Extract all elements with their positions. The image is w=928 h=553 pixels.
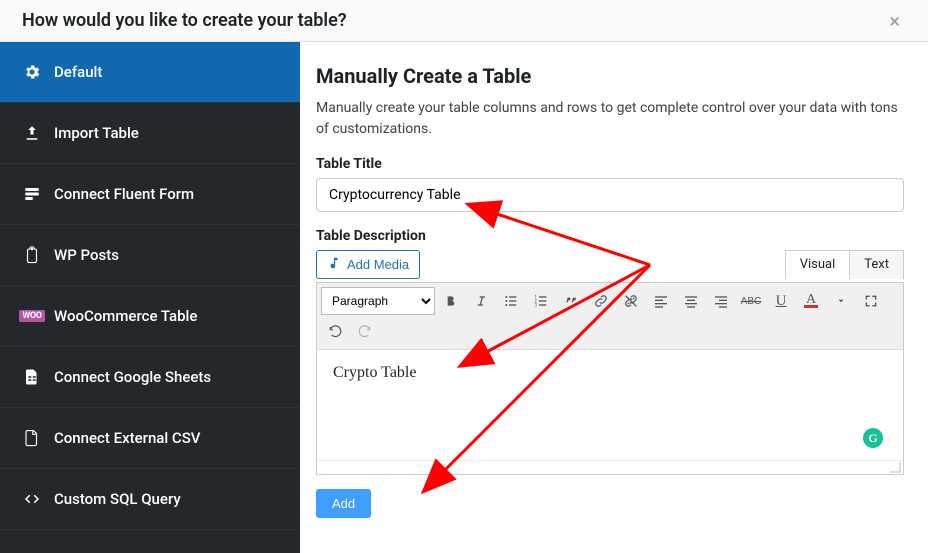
sidebar-item-label: Custom SQL Query [54,490,181,508]
main-description: Manually create your table columns and r… [316,98,904,140]
sidebar-item-label: WooCommerce Table [54,307,197,325]
align-right-button[interactable] [707,287,735,315]
sidebar-item-label: WP Posts [54,246,119,264]
form-icon [22,184,42,204]
upload-icon [22,123,42,143]
editor-toolbar: Paragraph 123 ABC U A [317,283,903,350]
sheets-icon [22,367,42,387]
grip-icon [889,461,901,473]
align-left-button[interactable] [647,287,675,315]
file-icon [22,428,42,448]
table-title-input[interactable] [316,178,904,212]
add-media-button[interactable]: Add Media [316,250,420,279]
main-heading: Manually Create a Table [316,64,904,88]
sidebar-item-woocommerce-table[interactable]: WOO WooCommerce Table [0,286,300,347]
sidebar-item-label: Import Table [54,124,139,142]
text-color-dropdown-button[interactable] [827,287,855,315]
editor-header-row: Add Media Visual Text [316,250,904,279]
add-media-label: Add Media [347,257,409,272]
gear-icon [22,62,42,82]
sidebar-item-connect-external-csv[interactable]: Connect External CSV [0,408,300,469]
grammarly-icon: G [863,428,883,448]
fullscreen-button[interactable] [857,287,885,315]
editor-text: Crypto Table [333,364,416,381]
sidebar-item-label: Connect Fluent Form [54,185,194,203]
tab-text[interactable]: Text [849,250,904,279]
modal-header: How would you like to create your table?… [0,0,928,42]
sidebar-item-label: Connect Google Sheets [54,368,211,386]
editor-tab-switcher: Visual Text [785,250,904,279]
toolbar-row-2 [321,317,899,345]
clipboard-icon [22,245,42,265]
add-button[interactable]: Add [316,489,371,518]
sidebar-item-label: Connect External CSV [54,429,200,447]
editor-content[interactable]: Crypto Table G [317,350,903,460]
toolbar-row-1: Paragraph 123 ABC U A [321,287,899,315]
music-note-icon [327,256,341,273]
sidebar-item-label: Default [54,63,102,81]
underline-button[interactable]: U [767,287,795,315]
sidebar-item-connect-google-sheets[interactable]: Connect Google Sheets [0,347,300,408]
close-icon: × [889,9,900,33]
sidebar-item-import-table[interactable]: Import Table [0,103,300,164]
sidebar-item-custom-sql-query[interactable]: Custom SQL Query [0,469,300,530]
close-button[interactable]: × [881,7,908,35]
align-center-button[interactable] [677,287,705,315]
resize-handle[interactable] [317,460,903,474]
link-button[interactable] [587,287,615,315]
numbered-list-button[interactable]: 123 [527,287,555,315]
table-title-label: Table Title [316,156,904,172]
format-select[interactable]: Paragraph [321,287,435,315]
editor-wrapper: Paragraph 123 ABC U A [316,282,904,475]
modal-body: Default Import Table Connect Fluent Form… [0,42,928,553]
svg-text:3: 3 [534,302,537,308]
sidebar-item-connect-fluent-form[interactable]: Connect Fluent Form [0,164,300,225]
table-description-label: Table Description [316,228,904,244]
strikethrough-button[interactable]: ABC [737,287,765,315]
bold-button[interactable] [437,287,465,315]
woo-icon: WOO [22,306,42,326]
modal-title: How would you like to create your table? [22,10,347,31]
blockquote-button[interactable] [557,287,585,315]
sidebar-item-default[interactable]: Default [0,42,300,103]
main-panel: Manually Create a Table Manually create … [300,42,928,553]
undo-button[interactable] [321,317,349,345]
sidebar: Default Import Table Connect Fluent Form… [0,42,300,553]
redo-button[interactable] [351,317,379,345]
code-icon [22,489,42,509]
unlink-button[interactable] [617,287,645,315]
text-color-button[interactable]: A [797,287,825,315]
bullet-list-button[interactable] [497,287,525,315]
sidebar-item-wp-posts[interactable]: WP Posts [0,225,300,286]
tab-visual[interactable]: Visual [785,250,850,279]
italic-button[interactable] [467,287,495,315]
